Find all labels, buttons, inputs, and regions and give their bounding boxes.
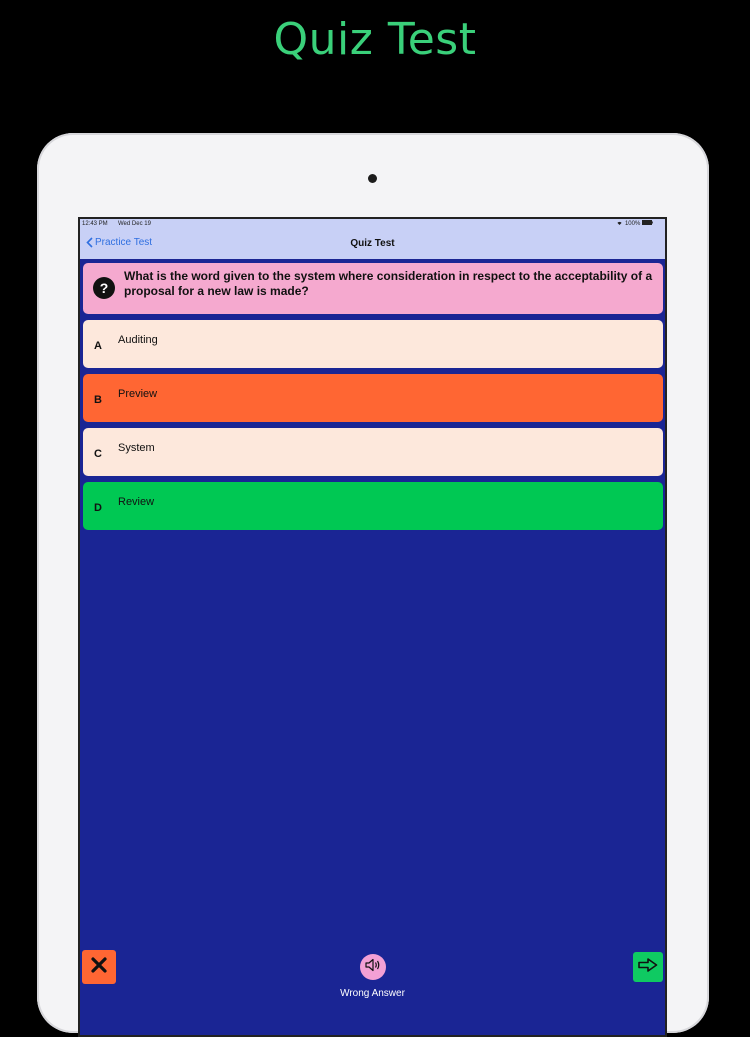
option-c[interactable]: C System [83,428,663,476]
option-letter: B [94,394,102,406]
navigation-bar: Practice Test Quiz Test [80,229,665,259]
question-card: ? What is the word given to the system w… [83,263,663,314]
speaker-icon [365,958,381,977]
close-button[interactable] [82,950,116,984]
status-bar: 12:43 PM Wed Dec 19 100% [80,219,665,229]
speaker-button[interactable] [360,954,386,980]
status-date: Wed Dec 19 [118,221,151,227]
arrow-right-icon [638,957,658,977]
nav-title: Quiz Test [350,238,395,249]
option-letter: D [94,502,102,514]
option-letter: C [94,448,102,460]
option-label: Auditing [118,334,158,346]
battery-level: 100% [624,221,641,227]
app-screen: 12:43 PM Wed Dec 19 100% Practice Test Q… [78,217,667,1037]
option-label: System [118,442,155,454]
next-button[interactable] [633,952,663,982]
status-time: 12:43 PM [82,221,108,227]
option-label: Review [118,496,155,508]
answer-feedback: Wrong Answer [340,988,405,999]
option-label: Preview [118,388,158,400]
option-d[interactable]: D Review [83,482,663,530]
status-right: 100% [616,219,653,229]
option-a[interactable]: A Auditing [83,320,663,368]
question-text: What is the word given to the system whe… [124,269,653,298]
option-b[interactable]: B Preview [83,374,663,422]
wifi-icon [616,221,625,227]
option-letter: A [94,340,102,352]
question-mark-icon: ? [93,277,115,299]
camera-dot [368,174,377,183]
tablet-frame: 12:43 PM Wed Dec 19 100% Practice Test Q… [37,133,709,1037]
promo-title: Quiz Test [273,14,477,65]
close-icon [90,956,108,979]
battery-icon [642,220,653,227]
